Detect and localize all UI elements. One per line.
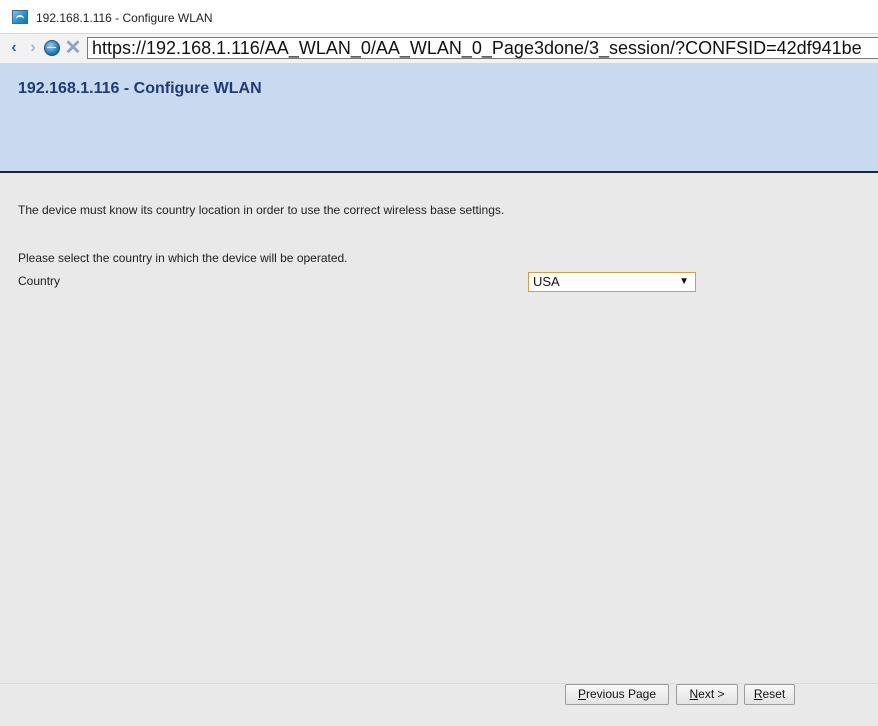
browser-icon: [12, 10, 28, 24]
previous-page-label: revious Page: [585, 687, 657, 701]
back-icon[interactable]: ‹: [5, 38, 23, 58]
forward-icon[interactable]: ›: [24, 38, 42, 58]
window-titlebar: 192.168.1.116 - Configure WLAN: [0, 0, 878, 34]
next-label: ext >: [698, 687, 725, 701]
next-button[interactable]: Next >: [676, 684, 738, 705]
browser-navbar: ‹ › ✕ https://192.168.1.116/AA_WLAN_0/AA…: [0, 34, 878, 63]
page-title: 192.168.1.116 - Configure WLAN: [18, 80, 262, 97]
next-accesskey: N: [689, 687, 699, 701]
chevron-down-icon: ▼: [679, 276, 689, 287]
country-select[interactable]: USA ▼: [528, 272, 696, 292]
reset-label: eset: [762, 687, 786, 701]
reset-button[interactable]: Reset: [744, 684, 795, 705]
prompt-text: Please select the country in which the d…: [18, 251, 348, 265]
content-area: The device must know its country locatio…: [0, 173, 878, 726]
window-title: 192.168.1.116 - Configure WLAN: [36, 11, 213, 25]
address-bar[interactable]: https://192.168.1.116/AA_WLAN_0/AA_WLAN_…: [87, 37, 878, 59]
country-value: USA: [533, 274, 560, 289]
stop-icon[interactable]: ✕: [64, 38, 82, 58]
country-label: Country: [18, 274, 61, 288]
page-header: 192.168.1.116 - Configure WLAN: [0, 63, 878, 173]
previous-page-accesskey: P: [577, 687, 586, 701]
intro-text: The device must know its country locatio…: [18, 203, 505, 217]
globe-icon[interactable]: [43, 38, 61, 58]
previous-page-button[interactable]: Previous Page: [565, 684, 669, 705]
